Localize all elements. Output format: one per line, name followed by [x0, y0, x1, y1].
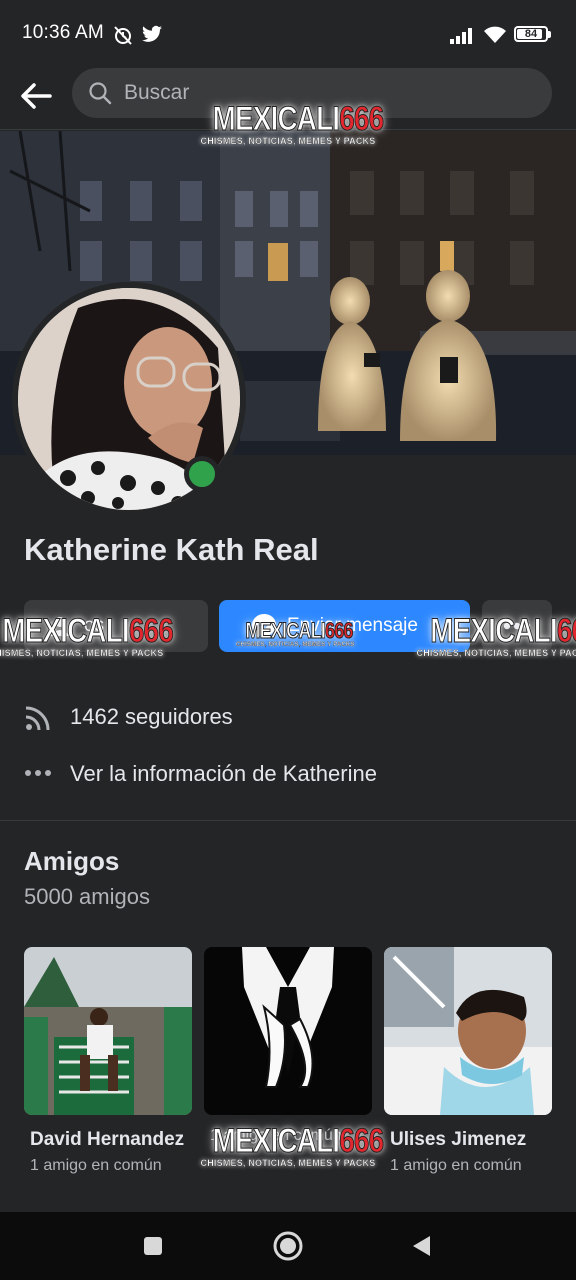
friends-button[interactable]: os: [24, 600, 208, 652]
more-options-button[interactable]: [482, 600, 552, 652]
wifi-icon: [484, 26, 506, 43]
section-divider: [0, 820, 576, 821]
see-info-link[interactable]: Ver la información de Katherine: [70, 761, 377, 787]
friends-button-label: os: [84, 615, 105, 636]
friend-photo[interactable]: [384, 947, 552, 1115]
friends-icon: [50, 617, 70, 636]
back-button[interactable]: [14, 74, 58, 118]
battery-level: 84: [524, 28, 538, 40]
back-arrow-icon: [21, 83, 52, 109]
signal-icon: [450, 28, 472, 44]
followers-count: 1462 seguidores: [70, 704, 233, 729]
friend-name[interactable]: Ulises Jimenez: [384, 1127, 552, 1153]
search-icon: [89, 82, 112, 105]
mute-alarm-icon: [114, 26, 132, 45]
send-message-button[interactable]: Enviar mensaje: [219, 600, 470, 652]
top-header: [0, 66, 576, 130]
friend-name[interactable]: David Hernandez: [24, 1127, 192, 1153]
more-dots-icon: [503, 622, 531, 630]
more-horizontal-icon: [25, 770, 51, 776]
search-input[interactable]: [124, 68, 524, 118]
rss-followers-icon: [25, 706, 50, 731]
android-nav-bar: [0, 1212, 576, 1280]
battery-nub: [548, 31, 551, 38]
back-button-icon[interactable]: [410, 1234, 434, 1258]
send-message-label: Enviar mensaje: [287, 615, 418, 636]
friend-card[interactable]: 1 amigo en común: [204, 947, 372, 1145]
mutual-friends: 1 amigo en común: [210, 1127, 342, 1144]
recents-button-icon[interactable]: [143, 1236, 163, 1256]
friend-photo-image: [384, 947, 552, 1115]
online-status-indicator: [184, 456, 220, 492]
friends-section-title: Amigos: [24, 846, 120, 876]
friends-count[interactable]: 5000 amigos: [24, 884, 150, 910]
messenger-icon: [252, 614, 276, 638]
twitter-icon: [142, 25, 162, 42]
home-button-icon[interactable]: [272, 1230, 304, 1262]
mutual-friends: 1 amigo en común: [30, 1157, 162, 1174]
mutual-friends: 1 amigo en común: [390, 1157, 522, 1174]
profile-name: Katherine Kath Real: [24, 532, 319, 567]
friend-photo[interactable]: [204, 947, 372, 1115]
watermark-tagline: CHISMES, NOTICIAS, MEMES Y PACKS: [200, 1158, 376, 1168]
friend-photo[interactable]: [24, 947, 192, 1115]
friend-photo-image: [204, 947, 372, 1115]
status-time: 10:36 AM: [22, 22, 104, 43]
battery-icon: 84: [514, 26, 548, 42]
watermark-number: 666: [556, 612, 576, 650]
status-bar: 10:36 AM 84: [0, 0, 576, 66]
search-box[interactable]: [72, 68, 552, 118]
friend-photo-image: [24, 947, 192, 1115]
friend-card[interactable]: David Hernandez 1 amigo en común: [24, 947, 192, 1175]
friend-card[interactable]: Ulises Jimenez 1 amigo en común: [384, 947, 552, 1175]
